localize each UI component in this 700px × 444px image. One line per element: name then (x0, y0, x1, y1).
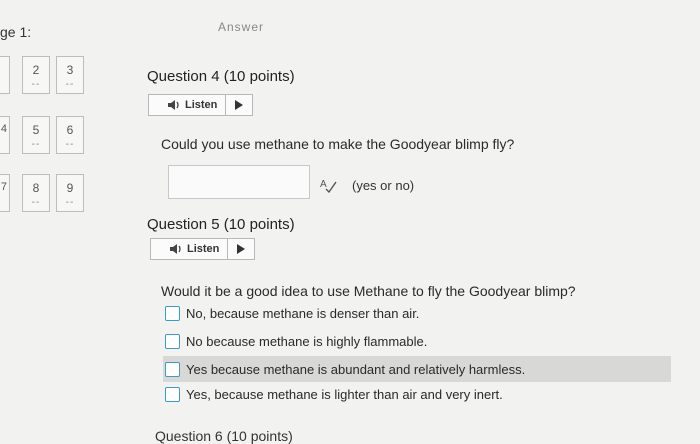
svg-text:A: A (320, 179, 327, 190)
nav-tile-status: -- (31, 79, 41, 90)
speaker-icon (169, 243, 183, 255)
option-label: No, because methane is denser than air. (186, 306, 420, 321)
nav-tile-number: 2 (32, 63, 40, 77)
option-label: Yes because methane is abundant and rela… (186, 361, 526, 377)
question-points: (10 points) (226, 428, 293, 444)
answer-option[interactable]: No, because methane is denser than air. (165, 306, 419, 321)
nav-tile-9[interactable]: 9 -- (56, 174, 84, 212)
speaker-icon (167, 99, 181, 111)
checkbox[interactable] (165, 334, 180, 349)
nav-tile-number: 9 (66, 181, 74, 195)
nav-tile-8[interactable]: 8 -- (22, 174, 50, 212)
question-title: Question 4 (147, 68, 220, 85)
nav-tile-7[interactable]: 7 (0, 174, 10, 212)
question-points: (10 points) (223, 68, 295, 85)
question-5-title: Question 5 (10 points) (147, 216, 295, 233)
nav-tile-number: 6 (66, 123, 74, 137)
answer-option[interactable]: Yes, because methane is lighter than air… (165, 387, 503, 402)
question-6-title: Question 6 (10 points) (155, 428, 293, 444)
option-label: No because methane is highly flammable. (186, 334, 428, 349)
nav-tile-status: -- (65, 197, 75, 208)
listen-button[interactable]: Listen (148, 94, 254, 116)
nav-tile-status: -- (65, 139, 75, 150)
nav-tile-2[interactable]: 2 -- (22, 56, 50, 94)
question-title: Question 6 (155, 428, 223, 444)
checkbox[interactable] (165, 387, 180, 402)
answer-heading: Answer (218, 20, 265, 34)
question-5-text: Would it be a good idea to use Methane t… (161, 283, 576, 299)
nav-tile-status: -- (31, 197, 41, 208)
listen-button[interactable]: Listen (150, 238, 256, 260)
checkbox[interactable] (165, 361, 180, 377)
answer-hint: (yes or no) (352, 178, 415, 193)
nav-tile-number: 5 (32, 123, 40, 137)
nav-tile-3[interactable]: 3 -- (56, 56, 84, 94)
nav-tile-1[interactable] (0, 56, 10, 94)
play-icon[interactable] (225, 95, 252, 115)
option-label: Yes, because methane is lighter than air… (186, 387, 503, 402)
nav-tile-status: -- (65, 79, 75, 90)
nav-tile-status: -- (31, 139, 41, 150)
checkbox[interactable] (165, 306, 180, 321)
question-4-text: Could you use methane to make the Goodye… (161, 136, 515, 152)
nav-tile-6[interactable]: 6 -- (56, 116, 84, 154)
play-icon[interactable] (227, 239, 254, 259)
nav-tile-number: 3 (66, 63, 74, 77)
answer-option[interactable]: No because methane is highly flammable. (165, 334, 427, 349)
question-4-title: Question 4 (10 points) (147, 68, 295, 85)
answer-input[interactable] (168, 165, 310, 199)
nav-tile-4[interactable]: 4 (0, 116, 10, 154)
answer-option[interactable]: Yes because methane is abundant and rela… (163, 356, 671, 382)
spell-check-icon[interactable]: A (320, 177, 338, 194)
question-points: (10 points) (223, 216, 295, 233)
nav-tile-number: 8 (32, 181, 40, 195)
nav-tile-5[interactable]: 5 -- (22, 116, 50, 154)
page-label: ge 1: (0, 24, 32, 40)
question-title: Question 5 (147, 216, 220, 233)
listen-label: Listen (187, 243, 220, 255)
listen-label: Listen (185, 99, 218, 111)
